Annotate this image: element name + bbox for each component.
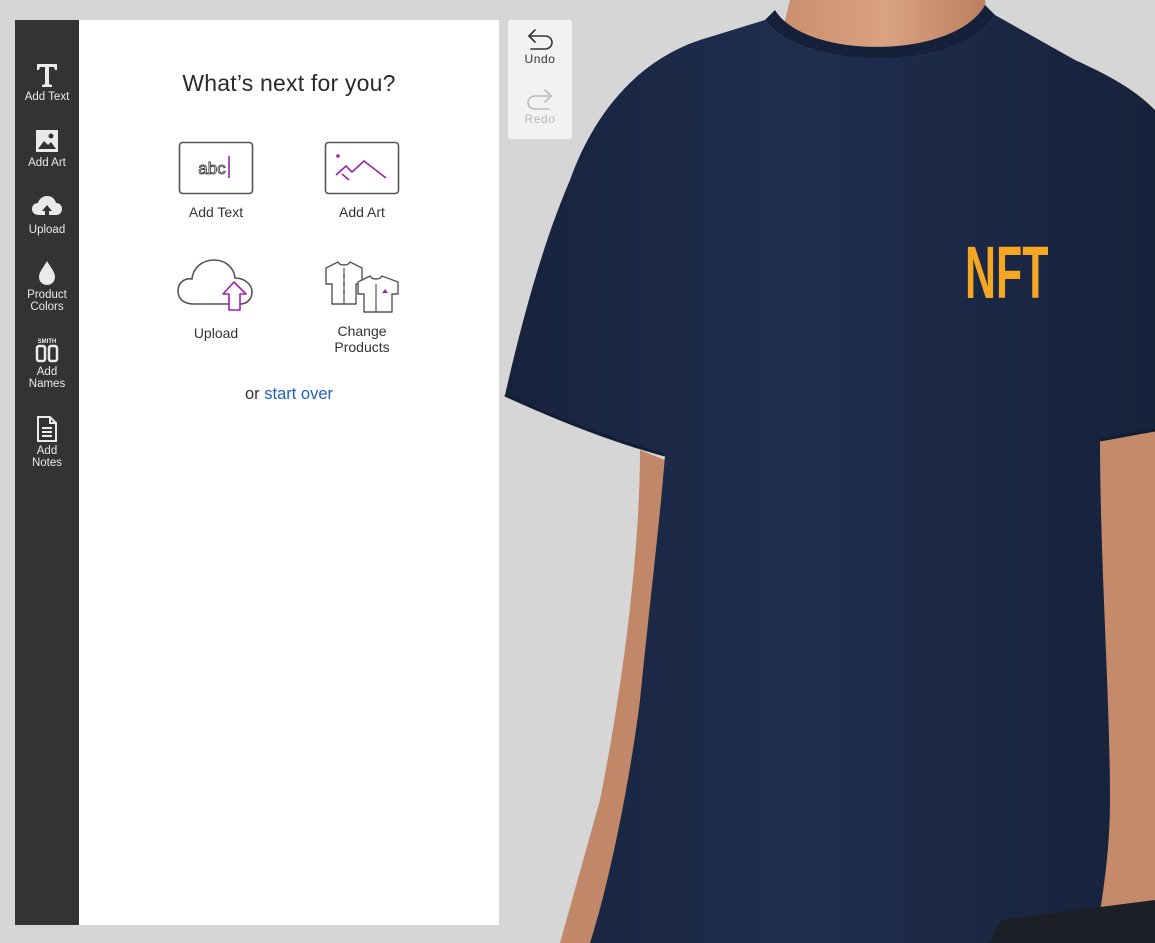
option-label: Add Text <box>188 204 244 220</box>
add-art-option[interactable]: Add Art <box>302 141 422 220</box>
sidebar-item-add-names[interactable]: SMITH Add Names <box>15 337 79 390</box>
panel-title: What’s next for you? <box>182 70 396 96</box>
sidebar-item-add-notes[interactable]: Add Notes <box>15 416 79 469</box>
sidebar-item-label: Product Colors <box>27 289 67 313</box>
upload-option[interactable]: Upload <box>156 258 276 341</box>
sidebar-item-product-colors[interactable]: Product Colors <box>15 260 79 313</box>
tool-sidebar: Add Text Add Art Upload Product Colors SM… <box>15 20 79 925</box>
svg-text:abc: abc <box>198 159 226 178</box>
sidebar-item-label: Upload <box>28 224 66 236</box>
next-steps-panel: What’s next for you? abc Add Text Add Ar… <box>79 20 499 925</box>
notes-icon <box>37 416 57 442</box>
change-products-option[interactable]: Change Products <box>302 260 422 355</box>
sidebar-item-label: Add Art <box>28 157 66 169</box>
option-label: Upload <box>193 325 239 341</box>
option-label: Change Products <box>334 323 390 355</box>
svg-text:SMITH: SMITH <box>38 339 57 345</box>
droplet-icon <box>39 261 55 285</box>
start-over-link[interactable]: start over <box>264 385 333 403</box>
option-label: Add Art <box>339 204 385 220</box>
start-over-prefix: or <box>244 385 260 403</box>
shirt-print-text: NFT <box>965 231 1048 314</box>
product-preview: NFT <box>504 0 1155 943</box>
shirts-icon <box>325 261 399 313</box>
sidebar-item-add-text[interactable]: Add Text <box>15 62 79 103</box>
image-icon <box>36 130 58 152</box>
add-text-option[interactable]: abc Add Text <box>156 141 276 220</box>
sidebar-item-label: Add Notes <box>31 445 63 469</box>
names-icon: SMITH <box>35 339 59 363</box>
art-frame-icon <box>324 141 400 195</box>
cloud-upload-arrow-icon <box>177 259 253 311</box>
sidebar-item-label: Add Text <box>24 91 70 103</box>
start-over-line: or start over <box>79 385 499 404</box>
sidebar-item-label: Add Names <box>28 366 66 390</box>
sidebar-item-add-art[interactable]: Add Art <box>15 128 79 169</box>
text-box-icon: abc <box>178 141 254 195</box>
text-icon <box>37 64 57 87</box>
cloud-upload-icon <box>32 196 62 219</box>
sidebar-item-upload[interactable]: Upload <box>15 195 79 236</box>
